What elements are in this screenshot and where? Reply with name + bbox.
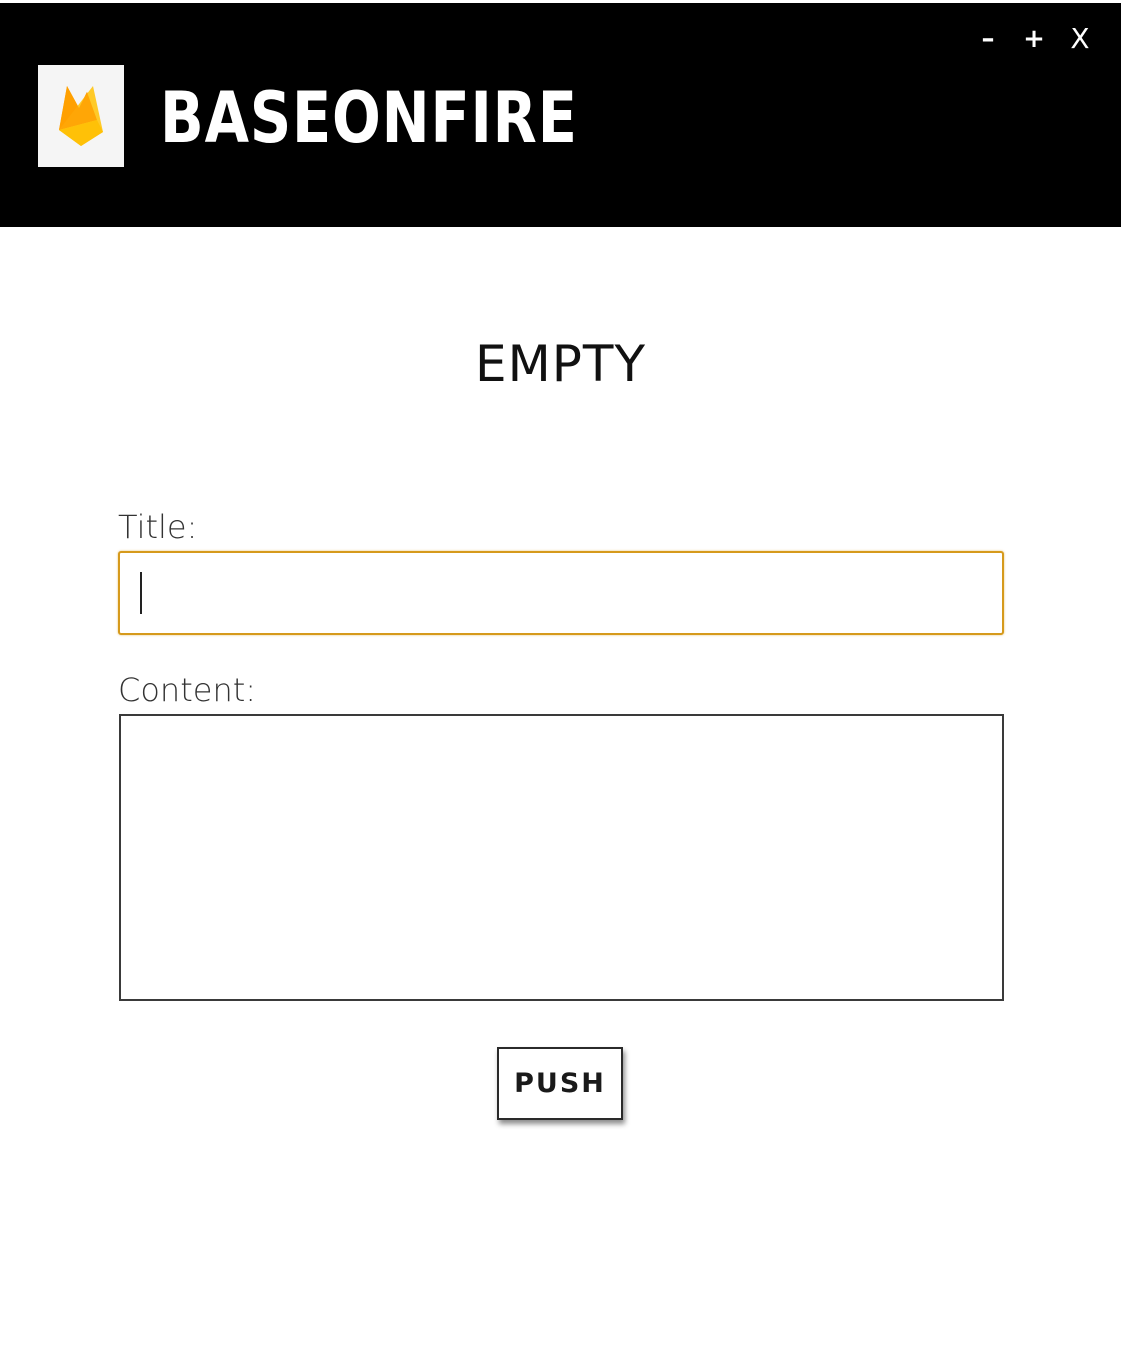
- app-header: BASEONFIRE – + X: [0, 3, 1121, 227]
- close-button[interactable]: X: [1057, 21, 1103, 57]
- title-label: Title:: [118, 508, 198, 546]
- content-label: Content:: [118, 671, 257, 709]
- page-title: EMPTY: [475, 335, 646, 393]
- maximize-button[interactable]: +: [1011, 21, 1057, 57]
- push-button[interactable]: PUSH: [497, 1047, 623, 1120]
- text-cursor: [140, 572, 142, 614]
- content-textarea[interactable]: [119, 714, 1004, 1001]
- minimize-button[interactable]: –: [965, 21, 1011, 57]
- window-controls: – + X: [965, 21, 1103, 57]
- title-input[interactable]: [118, 551, 1004, 635]
- app-title: BASEONFIRE: [160, 77, 578, 159]
- firebase-flame-icon: [59, 86, 103, 146]
- logo: [38, 65, 124, 167]
